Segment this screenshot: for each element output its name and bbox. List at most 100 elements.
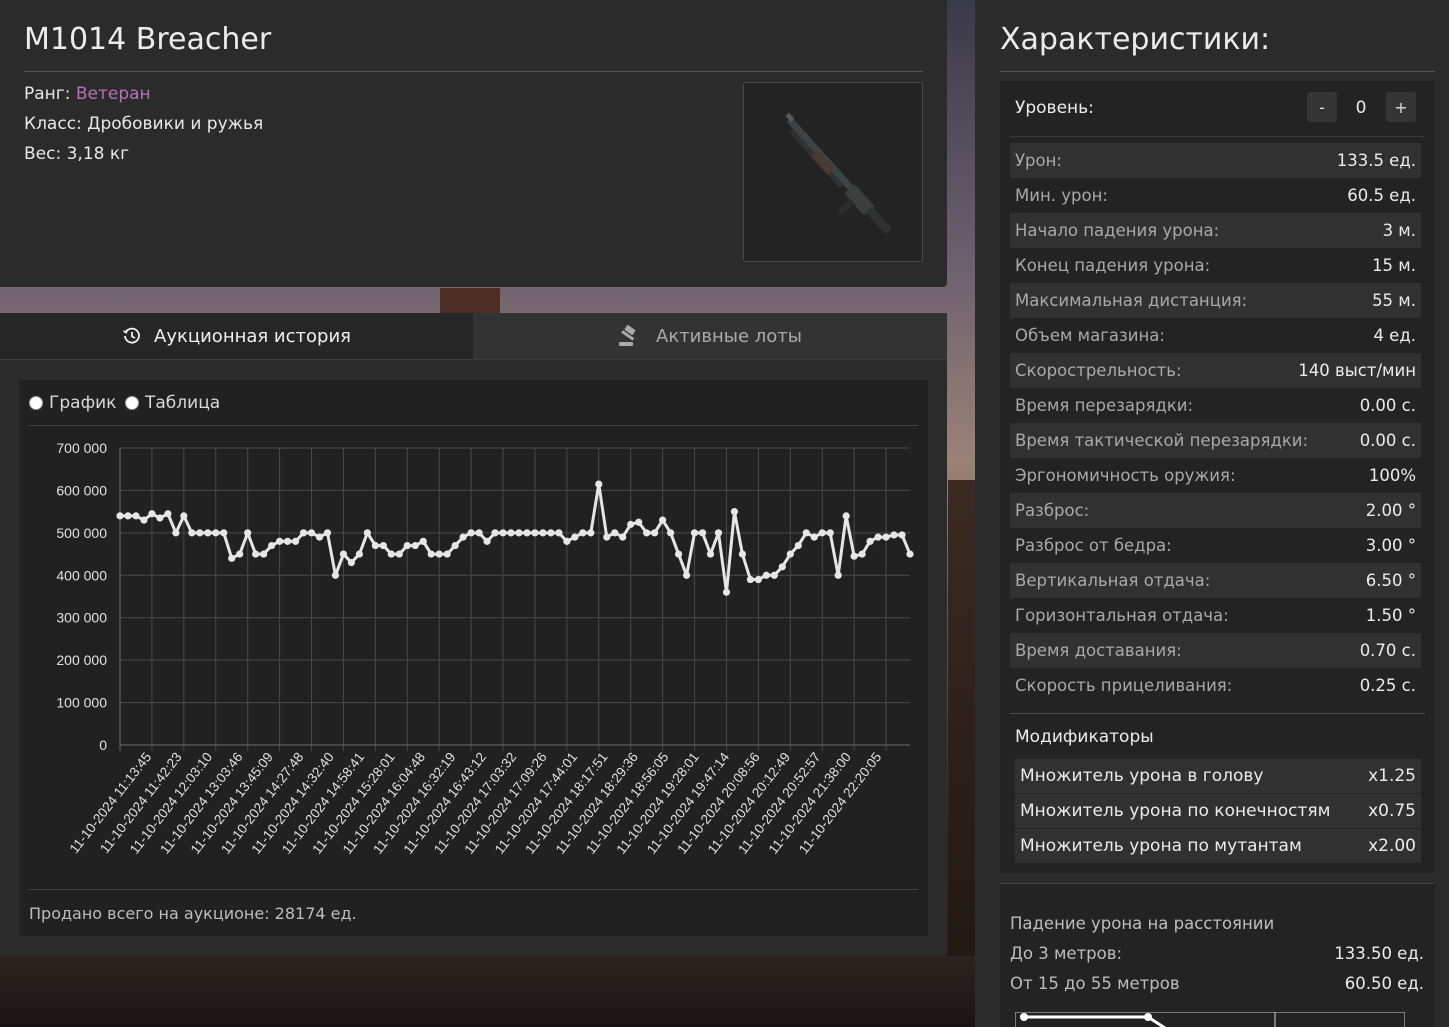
price-point[interactable] (387, 550, 395, 558)
price-point[interactable] (651, 529, 659, 537)
price-point[interactable] (268, 541, 276, 550)
price-point[interactable] (124, 512, 132, 520)
price-point[interactable] (451, 541, 459, 550)
price-point[interactable] (355, 550, 363, 558)
price-point[interactable] (244, 529, 252, 537)
price-point[interactable] (627, 520, 635, 528)
price-point[interactable] (714, 529, 723, 537)
price-point[interactable] (435, 550, 443, 558)
price-point[interactable] (483, 537, 491, 545)
radio-graph[interactable]: График (29, 393, 116, 413)
price-point[interactable] (260, 550, 268, 558)
price-point[interactable] (619, 533, 627, 541)
price-point[interactable] (635, 518, 643, 526)
price-point[interactable] (283, 537, 292, 545)
price-point[interactable] (443, 550, 451, 558)
price-point[interactable] (587, 529, 595, 537)
tab-auction-history[interactable]: Аукционная история (0, 313, 473, 359)
price-point[interactable] (291, 537, 300, 545)
tab-active-lots[interactable]: Активные лоты (473, 313, 947, 359)
price-point[interactable] (499, 529, 507, 537)
price-point[interactable] (643, 529, 651, 537)
price-point[interactable] (188, 529, 196, 537)
price-point[interactable] (690, 529, 699, 537)
price-point[interactable] (515, 529, 523, 537)
price-point[interactable] (858, 550, 866, 558)
price-point[interactable] (523, 529, 531, 537)
price-point[interactable] (770, 571, 778, 579)
price-point[interactable] (778, 563, 786, 571)
price-point[interactable] (882, 533, 890, 541)
price-point[interactable] (275, 537, 284, 545)
price-point[interactable] (818, 529, 826, 537)
price-point[interactable] (467, 529, 475, 537)
price-point[interactable] (411, 541, 419, 550)
price-point[interactable] (395, 550, 403, 558)
price-point[interactable] (706, 550, 715, 558)
price-point[interactable] (738, 550, 747, 558)
price-point[interactable] (659, 516, 667, 524)
price-point[interactable] (595, 480, 603, 488)
price-point[interactable] (315, 533, 324, 541)
price-point[interactable] (730, 508, 739, 516)
price-point[interactable] (698, 529, 707, 537)
price-point[interactable] (531, 529, 539, 537)
price-point[interactable] (299, 529, 308, 537)
price-point[interactable] (722, 588, 731, 596)
price-point[interactable] (331, 571, 340, 579)
price-point[interactable] (834, 571, 842, 579)
price-point[interactable] (539, 529, 547, 537)
price-point[interactable] (579, 529, 587, 537)
price-point[interactable] (204, 529, 212, 537)
price-point[interactable] (475, 529, 483, 537)
price-point[interactable] (148, 510, 156, 518)
price-point[interactable] (252, 550, 260, 558)
price-point[interactable] (116, 512, 124, 520)
price-point[interactable] (866, 537, 874, 545)
price-point[interactable] (236, 550, 244, 558)
price-point[interactable] (403, 541, 411, 550)
price-point[interactable] (674, 550, 683, 558)
price-point[interactable] (850, 552, 858, 560)
radio-table-dot[interactable] (125, 396, 139, 410)
price-point[interactable] (164, 510, 172, 518)
price-point[interactable] (906, 550, 914, 558)
price-point[interactable] (220, 529, 228, 537)
price-point[interactable] (339, 550, 348, 558)
price-point[interactable] (459, 533, 467, 541)
radio-graph-dot[interactable] (29, 396, 43, 410)
price-point[interactable] (802, 529, 810, 537)
price-point[interactable] (682, 571, 691, 579)
price-point[interactable] (826, 529, 834, 537)
price-point[interactable] (172, 529, 180, 537)
price-point[interactable] (140, 516, 148, 524)
price-point[interactable] (180, 512, 188, 520)
price-point[interactable] (307, 529, 316, 537)
price-point[interactable] (419, 537, 427, 545)
price-point[interactable] (842, 512, 850, 520)
price-point[interactable] (667, 529, 675, 537)
level-increase-button[interactable]: + (1386, 92, 1416, 122)
price-point[interactable] (746, 575, 755, 584)
price-point[interactable] (491, 529, 499, 537)
price-point[interactable] (427, 550, 435, 558)
price-point[interactable] (547, 529, 555, 537)
price-point[interactable] (898, 531, 906, 539)
price-point[interactable] (347, 558, 356, 567)
price-point[interactable] (794, 541, 802, 550)
price-point[interactable] (371, 541, 379, 550)
price-point[interactable] (555, 529, 563, 537)
price-point[interactable] (890, 531, 898, 539)
price-point[interactable] (132, 512, 140, 520)
price-point[interactable] (363, 529, 371, 537)
price-point[interactable] (874, 533, 882, 541)
price-point[interactable] (786, 550, 794, 558)
price-point[interactable] (323, 529, 332, 537)
level-decrease-button[interactable]: - (1307, 92, 1337, 122)
price-point[interactable] (563, 537, 571, 545)
price-point[interactable] (379, 541, 387, 550)
price-point[interactable] (762, 571, 770, 579)
price-point[interactable] (228, 554, 236, 562)
price-point[interactable] (156, 514, 164, 522)
price-point[interactable] (603, 533, 611, 541)
